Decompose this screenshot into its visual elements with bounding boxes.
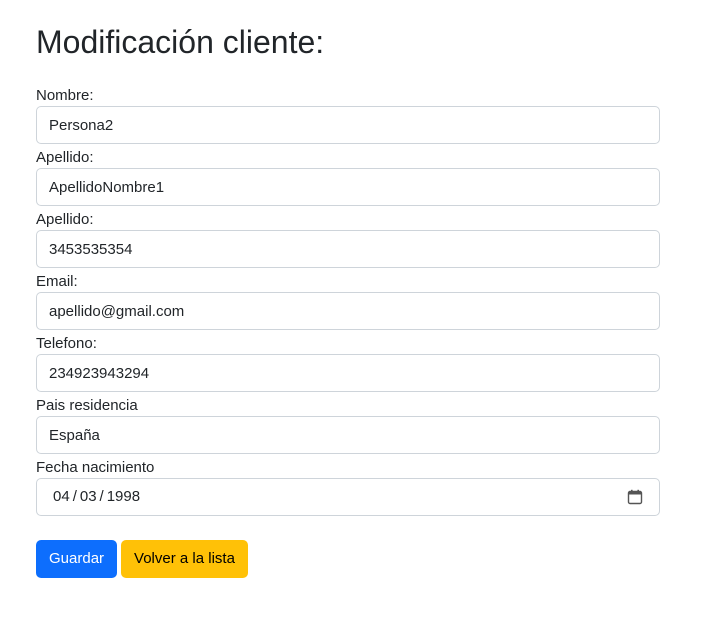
apellido2-label: Apellido: xyxy=(36,211,94,228)
nombre-label: Nombre: xyxy=(36,87,94,104)
apellido2-input[interactable] xyxy=(36,230,660,268)
apellido-group: Apellido: xyxy=(36,148,660,210)
date-day[interactable]: 04 xyxy=(53,479,70,515)
telefono-input[interactable] xyxy=(36,354,660,392)
email-input[interactable] xyxy=(36,292,660,330)
pais-input[interactable] xyxy=(36,416,660,454)
date-separator: / xyxy=(72,488,77,505)
date-year[interactable]: 1998 xyxy=(107,479,140,515)
fecha-nacimiento-input[interactable]: 04 / 03 / 1998 xyxy=(36,478,660,516)
apellido-label: Apellido: xyxy=(36,149,94,166)
date-separator: / xyxy=(99,488,104,505)
email-group: Email: xyxy=(36,272,660,334)
fecha-group: Fecha nacimiento 04 / 03 / 1998 xyxy=(36,458,660,520)
date-month[interactable]: 03 xyxy=(80,479,97,515)
calendar-icon[interactable] xyxy=(627,489,643,505)
telefono-label: Telefono: xyxy=(36,335,97,352)
page-title: Modificación cliente: xyxy=(36,24,325,60)
email-label: Email: xyxy=(36,273,78,290)
client-edit-form: Nombre: Apellido: Apellido: Email: Telef… xyxy=(36,86,660,520)
nombre-input[interactable] xyxy=(36,106,660,144)
telefono-group: Telefono: xyxy=(36,334,660,396)
form-actions: Guardar Volver a la lista xyxy=(36,540,248,578)
back-to-list-button[interactable]: Volver a la lista xyxy=(121,540,248,578)
save-button[interactable]: Guardar xyxy=(36,540,118,578)
pais-label: Pais residencia xyxy=(36,397,138,414)
nombre-group: Nombre: xyxy=(36,86,660,148)
pais-group: Pais residencia xyxy=(36,396,660,458)
apellido-input[interactable] xyxy=(36,168,660,206)
fecha-label: Fecha nacimiento xyxy=(36,459,155,476)
apellido2-group: Apellido: xyxy=(36,210,660,272)
